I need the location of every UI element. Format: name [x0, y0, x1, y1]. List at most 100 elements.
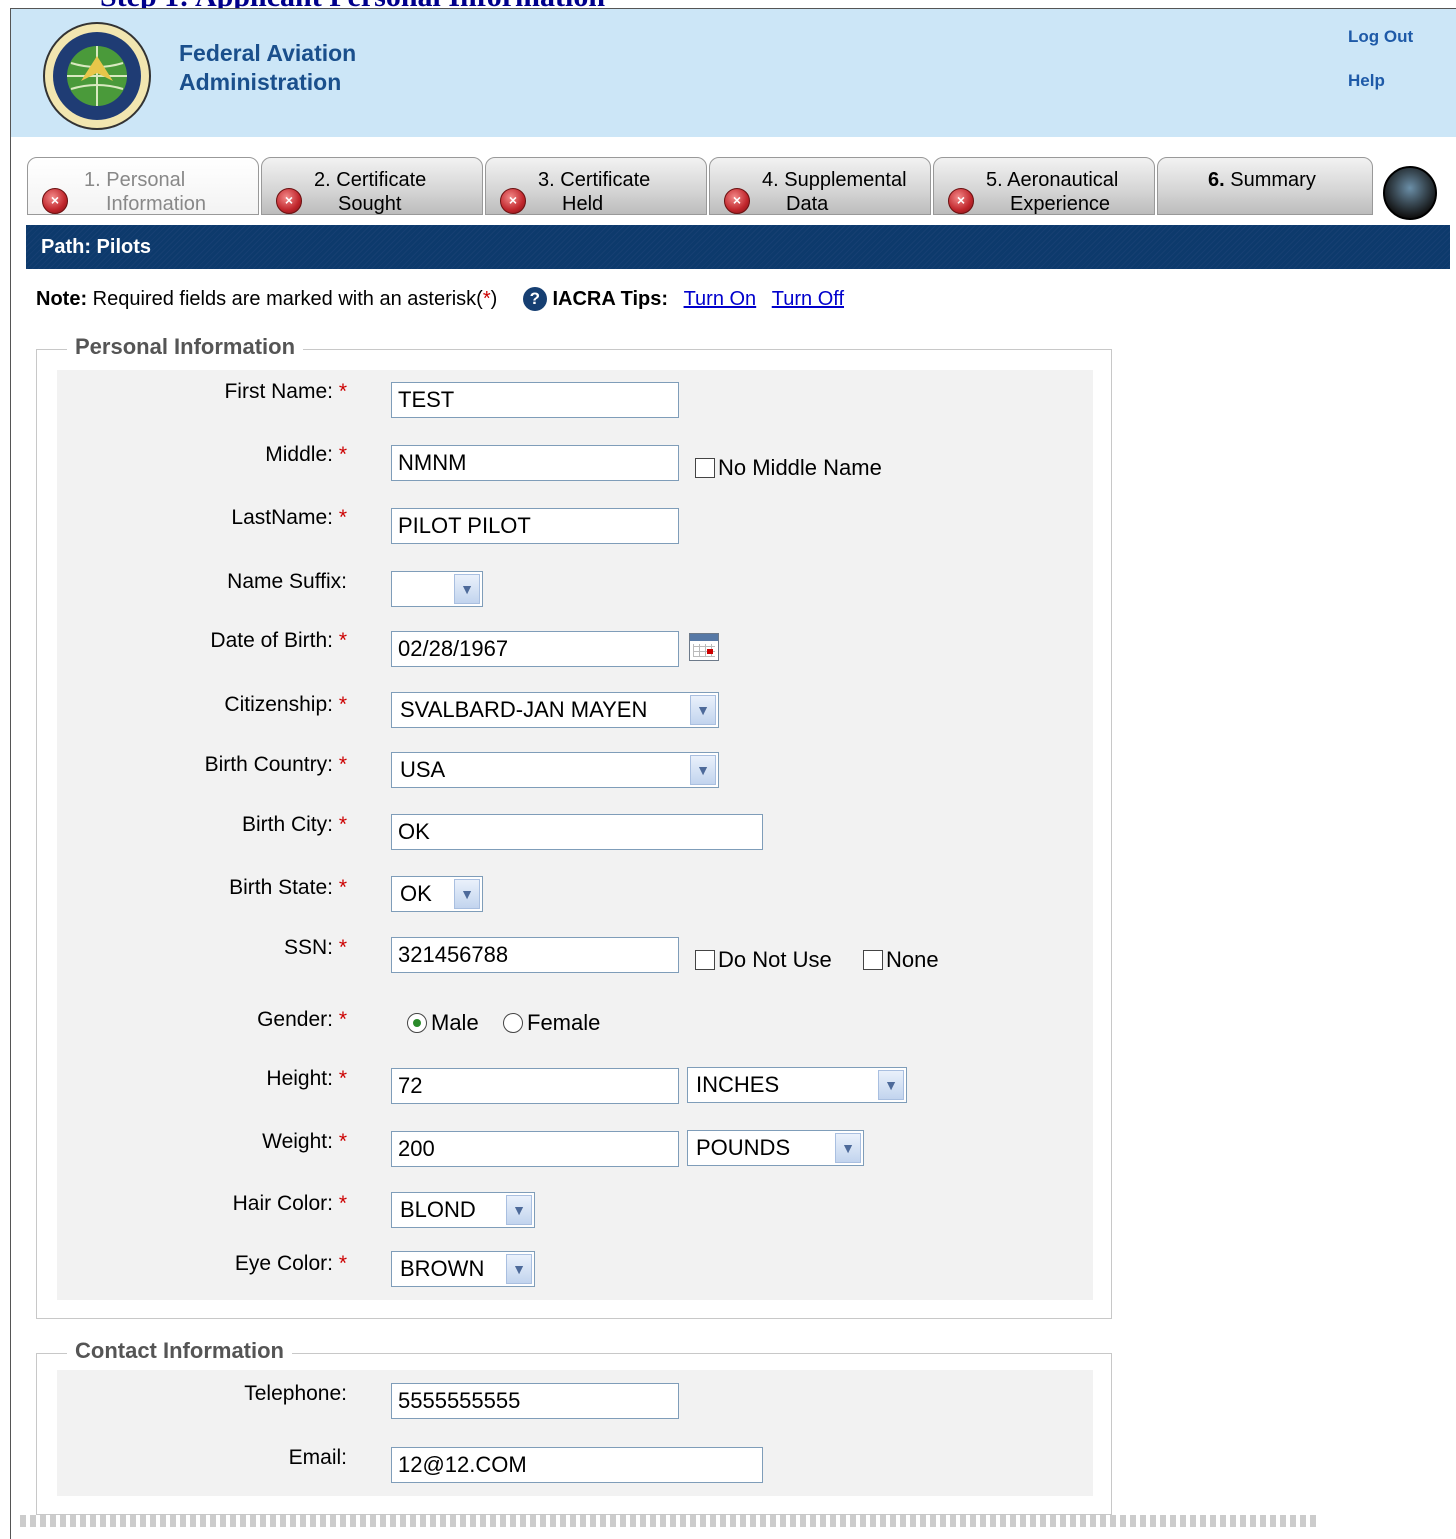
tab-label: Certificate	[336, 169, 427, 191]
chevron-down-icon: ▼	[454, 879, 480, 909]
personal-information-section: Personal Information First Name: * TEST …	[36, 334, 1112, 1319]
tab-label: Sought	[338, 193, 402, 215]
name-suffix-label: Name Suffix:	[227, 570, 347, 593]
chevron-down-icon: ▼	[690, 695, 716, 725]
tab-number: 5.	[986, 169, 1003, 191]
birth-city-label: Birth City: *	[241, 813, 347, 836]
tab-summary[interactable]: 6. Summary	[1157, 157, 1373, 215]
tab-number: 2.	[314, 169, 331, 191]
chevron-down-icon: ▼	[454, 574, 480, 604]
telephone-input[interactable]: 5555555555	[391, 1383, 679, 1419]
tab-certificate-held[interactable]: × 3. Certificate Held	[485, 157, 707, 215]
faa-logo	[41, 21, 161, 136]
height-input[interactable]: 72	[391, 1068, 679, 1104]
tab-label: Supplemental	[784, 169, 907, 191]
birth-country-select[interactable]: USA ▼	[391, 752, 719, 788]
tab-supplemental-data[interactable]: × 4. Supplemental Data	[709, 157, 931, 215]
incomplete-icon: ×	[276, 188, 302, 214]
date-of-birth-label: Date of Birth: *	[210, 629, 347, 652]
middle-name-input[interactable]: NMNM	[391, 445, 679, 481]
height-label: Height: *	[266, 1067, 347, 1090]
name-suffix-select[interactable]: ▼	[391, 571, 483, 607]
tips-turn-off-link[interactable]: Turn Off	[772, 288, 844, 310]
telephone-label: Telephone:	[244, 1382, 347, 1405]
tab-label: Information	[106, 193, 207, 215]
asterisk: *	[482, 288, 491, 310]
birth-city-input[interactable]: OK	[391, 814, 763, 850]
birth-country-label: Birth Country: *	[204, 753, 347, 776]
chevron-down-icon: ▼	[506, 1195, 532, 1225]
note-label: Note:	[36, 288, 88, 310]
do-not-use-checkbox[interactable]: Do Not Use	[695, 947, 832, 973]
birth-state-select[interactable]: OK ▼	[391, 876, 483, 912]
weight-unit-select[interactable]: POUNDS ▼	[687, 1130, 864, 1166]
cut-off-content	[20, 1515, 1320, 1527]
gender-female-radio[interactable]: Female	[503, 1010, 600, 1036]
ssn-input[interactable]: 321456788	[391, 937, 679, 973]
tips-label: IACRA Tips:	[552, 288, 668, 310]
chevron-down-icon: ▼	[690, 755, 716, 785]
tab-certificate-sought[interactable]: × 2. Certificate Sought	[261, 157, 483, 215]
eye-color-label: Eye Color: *	[234, 1252, 347, 1275]
tab-label: Aeronautical	[1007, 169, 1119, 191]
eye-color-select[interactable]: BROWN ▼	[391, 1251, 535, 1287]
logout-link[interactable]: Log Out	[1348, 27, 1413, 47]
tab-label: Summary	[1230, 169, 1316, 191]
tab-label: Certificate	[560, 169, 651, 191]
middle-name-label: Middle: *	[265, 443, 347, 466]
note-text: Required fields are marked with an aster…	[92, 288, 483, 310]
tab-label: Held	[562, 193, 604, 215]
header: Federal Aviation Administration Log Out …	[11, 9, 1456, 137]
calendar-icon[interactable]	[689, 633, 719, 661]
tab-personal-information[interactable]: × 1. Personal Information	[27, 157, 259, 215]
tab-label: Data	[786, 193, 829, 215]
personal-form: First Name: * TEST Middle: * NMNM No Mid…	[57, 370, 1093, 1300]
birth-state-label: Birth State: *	[229, 876, 347, 899]
app-window: Federal Aviation Administration Log Out …	[10, 8, 1456, 1539]
ssn-none-checkbox[interactable]: None	[863, 947, 939, 973]
chevron-down-icon: ▼	[878, 1070, 904, 1100]
section-legend: Contact Information	[67, 1338, 292, 1364]
tab-aeronautical-experience[interactable]: × 5. Aeronautical Experience	[933, 157, 1155, 215]
gender-male-radio[interactable]: Male	[407, 1010, 479, 1036]
incomplete-icon: ×	[500, 188, 526, 214]
tab-number: 1.	[84, 169, 101, 191]
contact-form: Telephone: 5555555555 Email: 12@12.COM	[57, 1370, 1093, 1496]
citizenship-select[interactable]: SVALBARD-JAN MAYEN ▼	[391, 692, 719, 728]
hair-color-label: Hair Color: *	[232, 1192, 347, 1215]
incomplete-icon: ×	[948, 188, 974, 214]
help-link[interactable]: Help	[1348, 71, 1385, 91]
incomplete-icon: ×	[724, 188, 750, 214]
weight-label: Weight: *	[262, 1130, 347, 1153]
tab-label: Personal	[106, 169, 186, 191]
ssn-label: SSN: *	[283, 936, 347, 959]
path-bar: Path: Pilots	[26, 225, 1450, 269]
org-name: Federal Aviation Administration	[179, 39, 356, 97]
tab-number: 6.	[1208, 169, 1225, 191]
first-name-label: First Name: *	[224, 380, 347, 403]
height-unit-select[interactable]: INCHES ▼	[687, 1067, 907, 1103]
tab-number: 3.	[538, 169, 555, 191]
last-name-label: LastName: *	[231, 506, 347, 529]
chevron-down-icon: ▼	[835, 1133, 861, 1163]
contact-information-section: Contact Information Telephone: 555555555…	[36, 1338, 1112, 1515]
no-middle-name-checkbox[interactable]: No Middle Name	[695, 455, 882, 481]
step-tabs: × 1. Personal Information × 2. Certifica…	[25, 153, 1456, 220]
org-name-line2: Administration	[179, 69, 342, 95]
email-label: Email:	[288, 1446, 347, 1469]
chevron-down-icon: ▼	[506, 1254, 532, 1284]
first-name-input[interactable]: TEST	[391, 382, 679, 418]
org-name-line1: Federal Aviation	[179, 40, 357, 66]
date-of-birth-input[interactable]: 02/28/1967	[391, 631, 679, 667]
last-name-input[interactable]: PILOT PILOT	[391, 508, 679, 544]
tab-number: 4.	[762, 169, 779, 191]
required-note: Note: Required fields are marked with an…	[36, 287, 844, 311]
tips-turn-on-link[interactable]: Turn On	[684, 288, 757, 310]
hair-color-select[interactable]: BLOND ▼	[391, 1192, 535, 1228]
weight-input[interactable]: 200	[391, 1131, 679, 1167]
email-input[interactable]: 12@12.COM	[391, 1447, 763, 1483]
note-close: )	[490, 288, 498, 310]
citizenship-label: Citizenship: *	[224, 693, 347, 716]
gender-label: Gender: *	[257, 1008, 347, 1031]
tab-label: Experience	[1010, 193, 1111, 215]
